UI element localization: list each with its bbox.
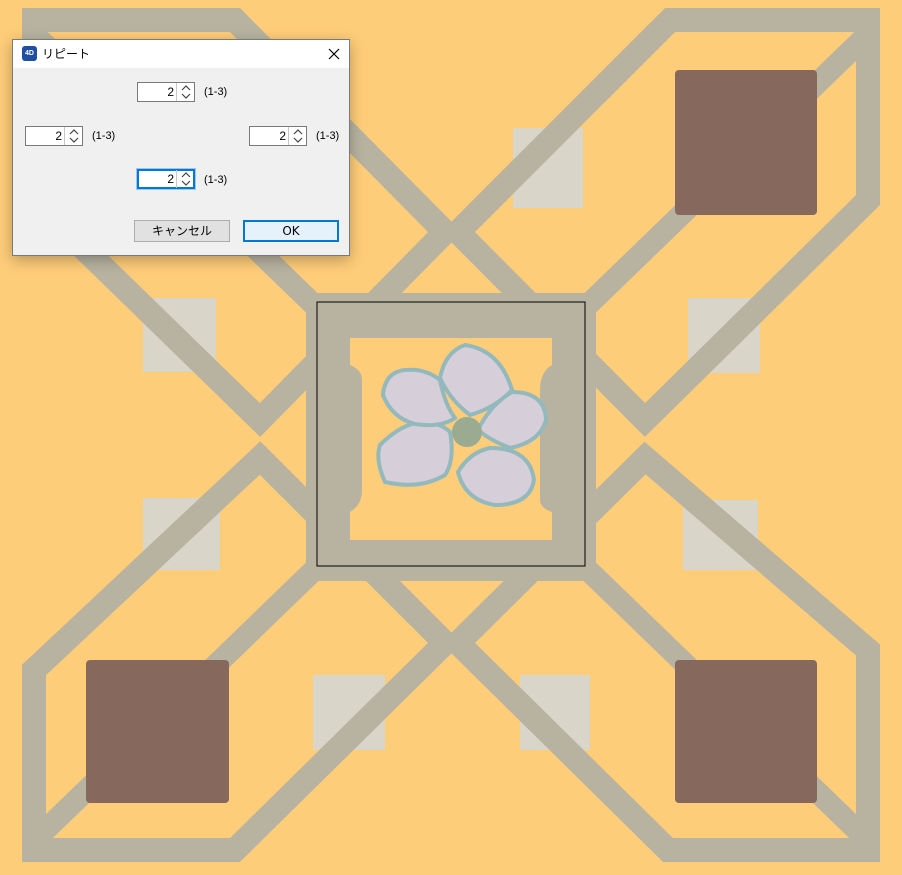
top-repeat-spinner[interactable]: 2: [137, 82, 195, 102]
left-range-label: (1-3): [92, 130, 116, 142]
cancel-button[interactable]: キャンセル: [134, 220, 230, 242]
top-range-label: (1-3): [204, 86, 228, 98]
app-icon: 4D: [22, 46, 37, 61]
dialog-titlebar: 4D リピート: [13, 40, 349, 68]
left-repeat-spinner[interactable]: 2: [25, 126, 83, 146]
right-range-label: (1-3): [316, 130, 340, 142]
right-repeat-value[interactable]: 2: [250, 127, 286, 145]
dialog-title: リピート: [42, 47, 91, 61]
close-icon: [328, 48, 340, 60]
spinner-arrows-icon[interactable]: [176, 170, 195, 188]
repeat-dialog: 4D リピート 2 (1-3) 2 (1-3) 2 (1-3) 2 (1-3) …: [12, 39, 350, 256]
right-repeat-spinner[interactable]: 2: [249, 126, 307, 146]
ok-button[interactable]: OK: [243, 220, 339, 242]
flower-center: [452, 417, 482, 447]
bottom-repeat-spinner[interactable]: 2: [137, 169, 195, 189]
bottom-repeat-value[interactable]: 2: [138, 170, 174, 188]
spinner-arrows-icon[interactable]: [64, 127, 83, 145]
bottom-range-label: (1-3): [204, 174, 228, 186]
spinner-arrows-icon[interactable]: [288, 127, 307, 145]
spinner-arrows-icon[interactable]: [176, 83, 195, 101]
left-repeat-value[interactable]: 2: [26, 127, 62, 145]
close-button[interactable]: [319, 40, 349, 68]
top-repeat-value[interactable]: 2: [138, 83, 174, 101]
